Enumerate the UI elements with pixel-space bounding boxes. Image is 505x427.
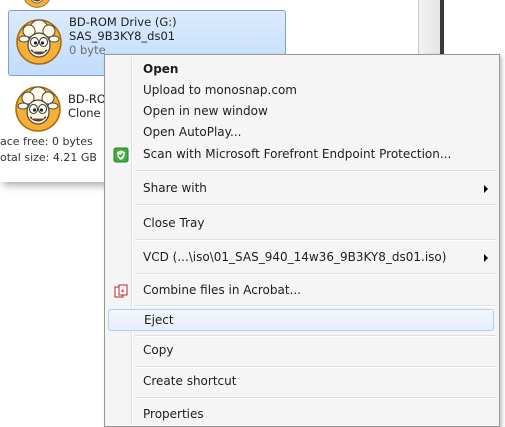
menu-item-label: Share with (143, 181, 207, 195)
menu-separator (135, 305, 496, 307)
menu-item-vcd-mount[interactable]: VCD (...\iso\01_SAS_940_14w36_9B3KY8_ds0… (108, 247, 494, 268)
menu-item-open-autoplay[interactable]: Open AutoPlay... (108, 122, 494, 143)
acrobat-icon (114, 284, 128, 298)
menu-item-label: Eject (144, 313, 174, 327)
drive-free-detail: 0 byte (69, 43, 106, 57)
sheep-drive-icon (15, 17, 63, 65)
menu-item-combine-acrobat[interactable]: Combine files in Acrobat... (108, 280, 494, 301)
menu-item-label: Open AutoPlay... (143, 125, 242, 139)
menu-separator (135, 204, 496, 206)
menu-item-label: Copy (143, 343, 174, 357)
menu-item-scan-forefront[interactable]: Scan with Microsoft Forefront Endpoint P… (108, 144, 494, 165)
menu-separator (135, 239, 496, 241)
menu-separator (135, 397, 496, 399)
menu-item-close-tray[interactable]: Close Tray (108, 213, 494, 234)
drive-volume-label: Clone (68, 106, 101, 120)
menu-item-open-new-window[interactable]: Open in new window (108, 101, 494, 122)
menu-item-label: Properties (143, 407, 204, 421)
sheep-drive-icon-partial (20, 0, 54, 8)
submenu-arrow-icon (484, 254, 488, 262)
status-space-free: ace free: 0 bytes (0, 135, 93, 148)
menu-item-copy[interactable]: Copy (108, 340, 494, 361)
menu-item-label: Open in new window (143, 104, 268, 118)
submenu-arrow-icon (484, 185, 488, 193)
menu-item-create-shortcut[interactable]: Create shortcut (108, 371, 494, 392)
menu-item-label: VCD (...\iso\01_SAS_940_14w36_9B3KY8_ds0… (143, 250, 447, 264)
drive-volume-label: SAS_9B3KY8_ds01 (69, 29, 176, 43)
menu-item-label: Scan with Microsoft Forefront Endpoint P… (143, 147, 452, 161)
drive-name: BD-ROM Drive (G:) (69, 15, 177, 29)
menu-separator (135, 366, 496, 368)
menu-separator (135, 273, 496, 275)
status-total-size: otal size: 4.21 GB (0, 151, 97, 164)
drive-name: BD-RO (68, 92, 106, 106)
menu-item-eject[interactable]: Eject (108, 309, 494, 331)
menu-item-label: Combine files in Acrobat... (143, 283, 301, 297)
menu-item-label: Close Tray (143, 216, 205, 230)
menu-item-label: Upload to monosnap.com (143, 83, 297, 97)
menu-item-label: Create shortcut (143, 374, 237, 388)
sheep-drive-icon (14, 84, 62, 132)
menu-item-properties[interactable]: Properties (108, 404, 494, 425)
context-menu: Open Upload to monosnap.com Open in new … (104, 54, 500, 427)
menu-item-label: Open (143, 62, 179, 76)
forefront-shield-icon (113, 147, 129, 163)
menu-separator (135, 335, 496, 337)
menu-item-upload-monosnap[interactable]: Upload to monosnap.com (108, 80, 494, 101)
menu-separator (135, 170, 496, 172)
menu-item-open[interactable]: Open (108, 59, 494, 80)
menu-item-share-with[interactable]: Share with (108, 178, 494, 199)
